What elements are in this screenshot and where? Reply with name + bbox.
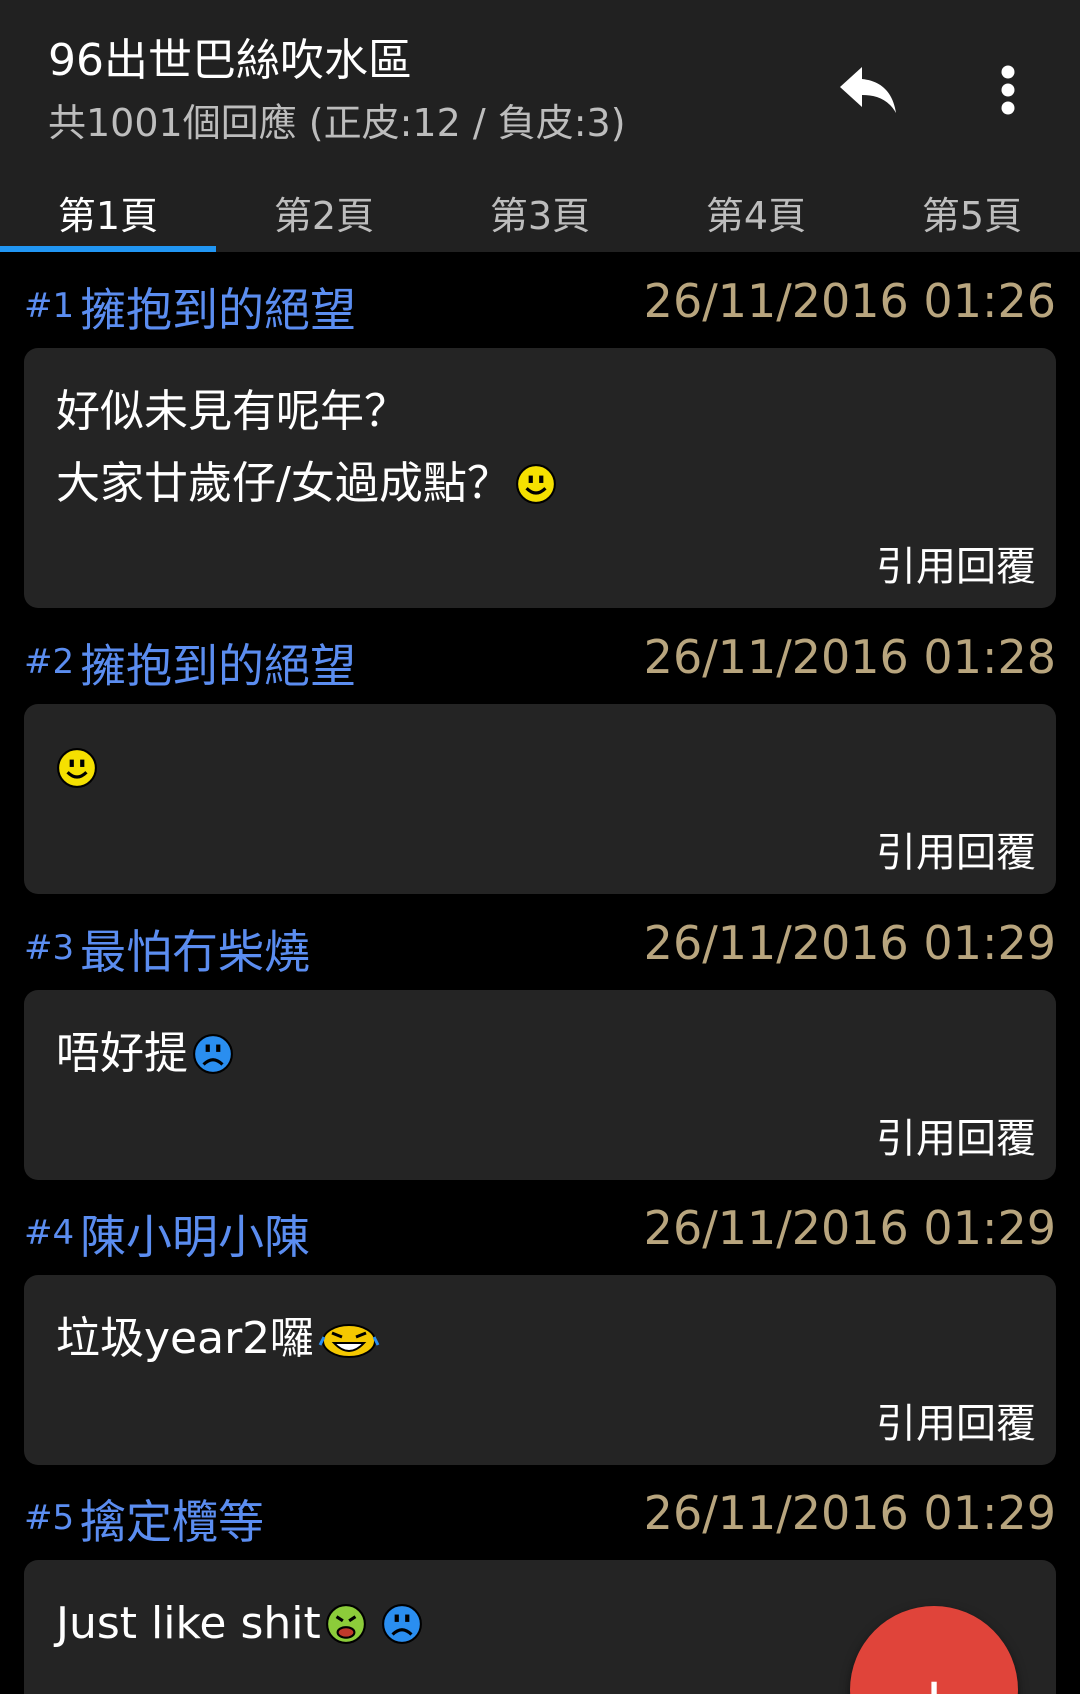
post-header: #1 擁抱到的絕望 26/11/2016 01:26	[0, 252, 1080, 348]
quote-reply-button[interactable]: 引用回覆	[876, 534, 1036, 592]
post-body: 好似未見有呢年？ 大家廿歲仔/女過成點？	[56, 376, 557, 520]
post-number: #1	[24, 286, 75, 326]
post-card: 唔好提 引用回覆	[24, 990, 1056, 1180]
post-author[interactable]: 擒定欖等	[80, 1486, 264, 1552]
post-header: #4 陳小明小陳 26/11/2016 01:29	[0, 1179, 1080, 1275]
post-card: 垃圾year2囉 引用回覆	[24, 1275, 1056, 1465]
tab-page-1[interactable]: 第1頁	[0, 172, 216, 252]
post-header: #2 擁抱到的絕望 26/11/2016 01:28	[0, 608, 1080, 704]
tab-page-2[interactable]: 第2頁	[216, 172, 432, 252]
post-line: Just like shit	[56, 1598, 321, 1649]
post-line: 好似未見有呢年？	[56, 386, 408, 437]
post-timestamp: 26/11/2016 01:29	[643, 1201, 1056, 1255]
post-card: 好似未見有呢年？ 大家廿歲仔/女過成點？ 引用回覆	[24, 348, 1056, 608]
thread-subtitle: 共1001個回應 (正皮:12 / 負皮:3)	[48, 101, 626, 145]
plus-icon: +	[907, 1664, 961, 1694]
post-number: #4	[24, 1213, 75, 1253]
tab-page-5[interactable]: 第5頁	[864, 172, 1080, 252]
post-author[interactable]: 擁抱到的絕望	[80, 274, 356, 340]
page-tabs: 第1頁 第2頁 第3頁 第4頁 第5頁	[0, 172, 1080, 252]
post-number: #3	[24, 928, 75, 968]
post-timestamp: 26/11/2016 01:29	[643, 1486, 1056, 1540]
laughing-emoji-icon	[318, 1324, 380, 1358]
post-timestamp: 26/11/2016 01:29	[643, 916, 1056, 970]
post-line: 垃圾year2囉	[56, 1313, 315, 1364]
thread-title: 96出世巴絲吹水區	[48, 35, 412, 86]
post-body	[56, 732, 98, 804]
post-header: #5 擒定欖等 26/11/2016 01:29	[0, 1464, 1080, 1560]
post-number: #5	[24, 1498, 75, 1538]
sad-emoji-icon	[381, 1604, 422, 1644]
tab-page-4[interactable]: 第4頁	[648, 172, 864, 252]
post-author[interactable]: 擁抱到的絕望	[80, 630, 356, 696]
more-vert-icon	[1001, 65, 1015, 115]
post-number: #2	[24, 642, 75, 682]
post-body: 唔好提	[56, 1018, 234, 1090]
quote-reply-button[interactable]: 引用回覆	[876, 1106, 1036, 1164]
app-bar: 96出世巴絲吹水區 共1001個回應 (正皮:12 / 負皮:3) 第1頁 第2…	[0, 0, 1080, 252]
post-line: 大家廿歲仔/女過成點？	[56, 458, 511, 509]
sick-emoji-icon	[325, 1604, 366, 1644]
post-body: 垃圾year2囉	[56, 1303, 380, 1375]
post-header: #3 最怕冇柴燒 26/11/2016 01:29	[0, 894, 1080, 990]
reply-icon	[840, 67, 896, 113]
reply-button[interactable]	[830, 52, 906, 128]
post-body: Just like shit	[56, 1588, 423, 1660]
sad-emoji-icon	[193, 1034, 233, 1074]
quote-reply-button[interactable]: 引用回覆	[876, 1391, 1036, 1449]
post-author[interactable]: 陳小明小陳	[80, 1201, 310, 1267]
post-line: 唔好提	[56, 1028, 188, 1079]
smiley-emoji-icon	[57, 748, 97, 788]
smiley-emoji-icon	[515, 464, 556, 504]
quote-reply-button[interactable]: 引用回覆	[876, 820, 1036, 878]
post-author[interactable]: 最怕冇柴燒	[80, 916, 310, 982]
tab-page-3[interactable]: 第3頁	[432, 172, 648, 252]
post-timestamp: 26/11/2016 01:26	[643, 274, 1056, 328]
more-options-button[interactable]	[980, 52, 1036, 128]
post-card: 引用回覆	[24, 704, 1056, 894]
post-timestamp: 26/11/2016 01:28	[643, 630, 1056, 684]
